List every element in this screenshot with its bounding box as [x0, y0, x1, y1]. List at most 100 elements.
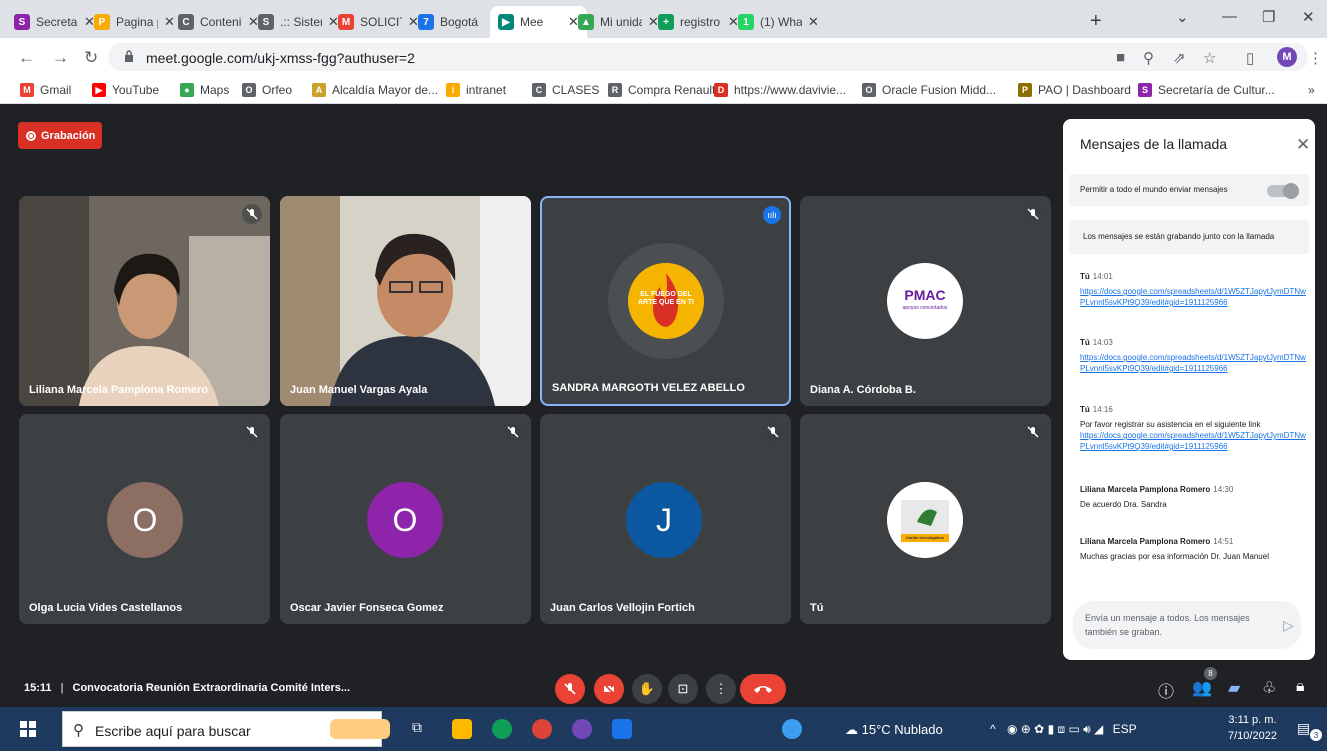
more-bookmarks-button[interactable]: » — [1308, 83, 1315, 97]
chrome-icon[interactable] — [532, 719, 552, 739]
menu-icon[interactable]: ⋮ — [1308, 49, 1323, 67]
bookmark-favicon-icon: O — [862, 83, 876, 97]
notifications-icon[interactable]: ▤ — [1297, 720, 1310, 737]
chrome-profile-icon[interactable] — [572, 719, 592, 739]
docs-icon[interactable] — [612, 719, 632, 739]
message-link[interactable]: https://docs.google.com/spreadsheets/d/1… — [1080, 430, 1308, 452]
activities-icon[interactable]: ♧ — [1262, 678, 1276, 698]
file-explorer-icon[interactable] — [452, 719, 472, 739]
chat-message: Tú 14:03 https://docs.google.com/spreadsh… — [1080, 337, 1308, 374]
bookmark-label: YouTube — [112, 83, 160, 97]
people-icon[interactable]: 👥 — [1192, 678, 1212, 698]
message-author: Liliana Marcela Pamplona Romero — [1080, 485, 1211, 494]
bookmark-item[interactable]: S Secretaría de Cultur... — [1138, 83, 1275, 97]
profile-avatar[interactable]: M — [1277, 47, 1297, 67]
bookmark-label: PAO | Dashboard — [1038, 83, 1131, 97]
participant-avatar: EL FUEGO DEL ARTE QUE EN TI — [628, 263, 704, 339]
bookmark-item[interactable]: ● Maps — [180, 83, 229, 97]
windows-start-icon[interactable] — [20, 721, 36, 737]
tab-close-icon[interactable]: ✕ — [808, 14, 819, 30]
more-options-button[interactable]: ⋮ — [706, 674, 736, 704]
bookmark-item[interactable]: R Compra Renault — [608, 83, 715, 97]
muted-icon — [1023, 422, 1043, 442]
logo-text: PMAC — [904, 287, 946, 303]
weather-text: 15°C Nublado — [861, 722, 943, 737]
participant-tile[interactable]: J Juan Carlos Vellojin Fortich — [540, 414, 791, 624]
logo-text: Caribe Investigativo — [905, 535, 944, 540]
bookmark-item[interactable]: P PAO | Dashboard — [1018, 83, 1131, 97]
task-view-icon[interactable]: ⧉ — [412, 719, 432, 739]
allow-messages-toggle[interactable] — [1267, 183, 1299, 199]
participant-tile[interactable]: Caribe Investigativo Tú — [800, 414, 1051, 624]
muted-icon — [1023, 204, 1043, 224]
bookmark-favicon-icon: D — [714, 83, 728, 97]
participant-tile[interactable]: EL FUEGO DEL ARTE QUE EN TI ıılı SANDRA … — [540, 196, 791, 406]
tab-favicon-icon: P — [94, 14, 110, 30]
bookmark-item[interactable]: A Alcaldía Mayor de... — [312, 83, 438, 97]
participant-tile[interactable]: O Olga Lucia Vides Castellanos — [19, 414, 270, 624]
chat-input[interactable]: Envía un mensaje a todos. Los mensajes t… — [1073, 601, 1301, 649]
more-vert-icon: ⋮ — [714, 681, 728, 696]
chat-icon[interactable]: ▰ — [1228, 678, 1240, 698]
message-link[interactable]: https://docs.google.com/spreadsheets/d/1… — [1080, 352, 1308, 374]
reload-button[interactable]: ↻ — [84, 48, 98, 68]
bookmark-item[interactable]: O Orfeo — [242, 83, 292, 97]
forward-button[interactable]: → — [52, 48, 69, 68]
minimize-button[interactable]: — — [1222, 8, 1237, 25]
tab-search-icon[interactable]: ⌄ — [1176, 8, 1189, 26]
participant-tile[interactable]: O Oscar Javier Fonseca Gomez — [280, 414, 531, 624]
tray-icons[interactable]: ◉ ⊕ ✿ ▮ ⧈ ▭ 🔊︎ ◢ — [1007, 722, 1103, 736]
participant-name: Oscar Javier Fonseca Gomez — [290, 602, 444, 614]
bookmark-item[interactable]: i intranet — [446, 83, 506, 97]
participant-tile[interactable]: PMAC apoyos concertados Diana A. Córdoba… — [800, 196, 1051, 406]
browser-tab[interactable]: 1 (1) What ✕ — [730, 6, 827, 38]
meeting-details-icon[interactable]: ⓘ — [1158, 678, 1174, 702]
message-author: Tú — [1080, 405, 1090, 414]
share-icon[interactable]: ⇗ — [1173, 49, 1186, 67]
raise-hand-button[interactable]: ✋ — [632, 674, 662, 704]
send-icon[interactable]: ▷ — [1283, 617, 1294, 634]
language-indicator[interactable]: ESP — [1113, 722, 1137, 736]
chat-message: Tú 14:01 https://docs.google.com/spreadsh… — [1080, 271, 1308, 308]
bookmark-label: Orfeo — [262, 83, 293, 97]
camera-icon[interactable]: ■ — [1116, 49, 1125, 66]
bookmark-favicon-icon: R — [608, 83, 622, 97]
tab-label: Secretar — [36, 15, 78, 29]
message-link[interactable]: https://docs.google.com/spreadsheets/d/1… — [1080, 286, 1308, 308]
bookmark-item[interactable]: O Oracle Fusion Midd... — [862, 83, 996, 97]
bookmark-item[interactable]: ▶ YouTube — [92, 83, 159, 97]
search-highlight-icon[interactable] — [330, 719, 390, 739]
leave-call-button[interactable] — [740, 674, 786, 704]
message-text: Por favor registrar su asistencia en el … — [1080, 420, 1261, 429]
message-time: 14:51 — [1213, 537, 1234, 546]
mic-toggle-button[interactable] — [555, 674, 585, 704]
new-tab-button[interactable]: + — [1090, 10, 1102, 33]
taskbar-clock[interactable]: 3:11 p. m. 7/10/2022 — [1228, 712, 1277, 744]
host-controls-icon[interactable]: 🔒︎ — [1296, 678, 1305, 696]
browser-tab[interactable]: PPagina p✕ — [86, 6, 183, 38]
side-panel-icon[interactable]: ▯ — [1246, 49, 1254, 67]
zoom-icon[interactable]: ⚲ — [1143, 49, 1154, 67]
bookmark-label: Gmail — [40, 83, 72, 97]
participant-avatar: J — [626, 482, 702, 558]
camera-toggle-button[interactable] — [594, 674, 624, 704]
participant-tile[interactable]: Liliana Marcela Pamplona Romero — [19, 196, 270, 406]
tray-chevron-icon[interactable]: ^ — [990, 722, 996, 736]
bookmark-star-icon[interactable]: ☆ — [1203, 49, 1216, 67]
bookmark-favicon-icon: i — [446, 83, 460, 97]
weather-widget[interactable]: ☁ 15°C Nublado — [845, 722, 943, 738]
browser-tab-strip: SSecretar✕PPagina p✕CContenic✕S.:: Siste… — [0, 0, 1327, 38]
edge-icon[interactable] — [492, 719, 512, 739]
present-button[interactable]: ⊡ — [668, 674, 698, 704]
recording-badge[interactable]: Grabación — [18, 122, 102, 149]
close-window-button[interactable]: ✕ — [1302, 8, 1315, 26]
participant-name: Liliana Marcela Pamplona Romero — [29, 384, 209, 396]
bookmark-item[interactable]: Dhttps://www.davivie... — [714, 83, 846, 97]
close-icon[interactable]: ✕ — [1296, 135, 1310, 155]
back-button[interactable]: ← — [18, 48, 35, 68]
help-icon[interactable] — [782, 719, 802, 739]
bookmark-item[interactable]: C CLASES — [532, 83, 599, 97]
bookmark-item[interactable]: M Gmail — [20, 83, 71, 97]
restore-button[interactable]: ❐ — [1262, 8, 1275, 26]
participant-tile[interactable]: Juan Manuel Vargas Ayala — [280, 196, 531, 406]
